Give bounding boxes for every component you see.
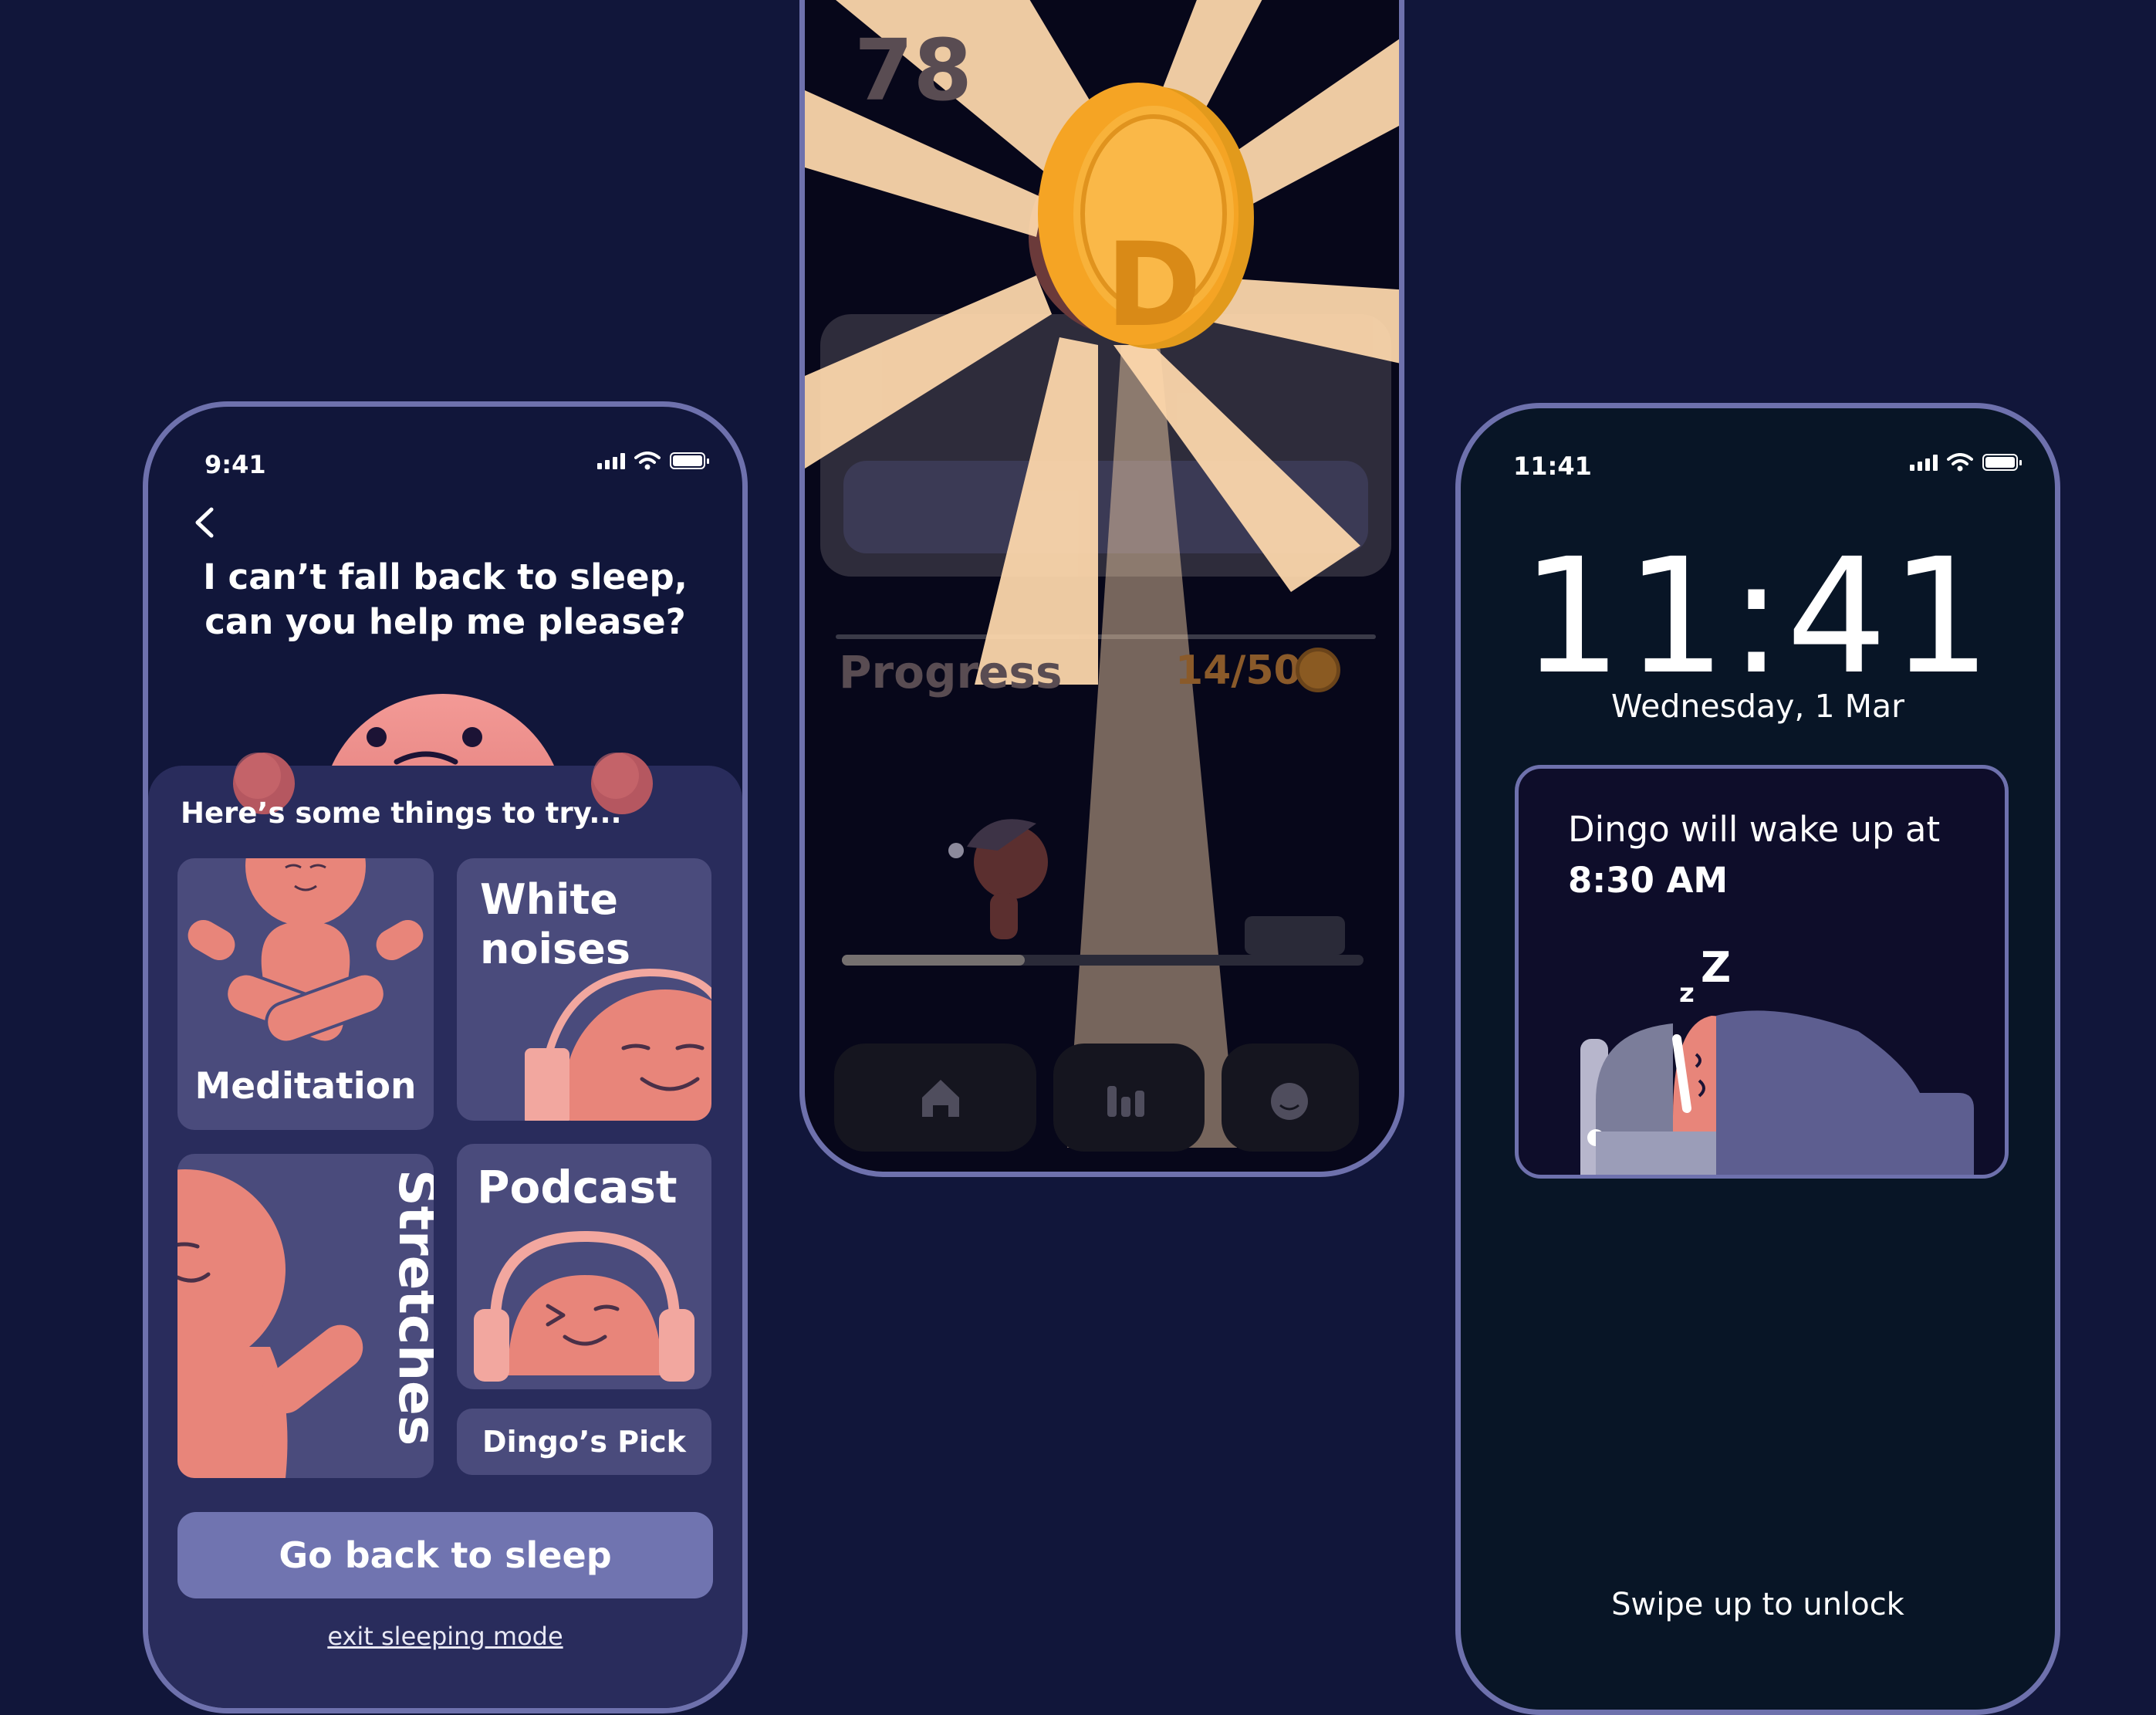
signal-icon xyxy=(597,452,625,469)
status-time: 11:41 xyxy=(1513,452,1592,481)
status-icons xyxy=(1910,453,2022,472)
right-phone-lock-screen: 11:41 11:41 Wednesday, 1 Mar Dingo will … xyxy=(1455,403,2060,1715)
small-coin-icon xyxy=(1296,648,1340,692)
white-noises-card[interactable]: White noises xyxy=(457,858,711,1121)
svg-text:z: z xyxy=(1679,978,1695,1009)
dingos-pick-badge: Dingo’s Pick xyxy=(457,1409,711,1475)
battery-icon xyxy=(1982,454,2022,471)
left-phone-screen: 9:41 I can’t fall back to sleep, can you… xyxy=(143,401,748,1713)
meditation-card[interactable]: Meditation xyxy=(177,858,434,1130)
page-title: I can’t fall back to sleep, can you help… xyxy=(203,556,688,642)
section-title: Here’s some things to try... xyxy=(181,797,622,830)
signal-icon xyxy=(1910,454,1938,471)
chevron-left-icon[interactable] xyxy=(187,503,225,542)
lock-date: Wednesday, 1 Mar xyxy=(1611,688,1904,725)
battery-icon xyxy=(670,452,709,469)
svg-text:Z: Z xyxy=(1701,943,1731,992)
podcast-card[interactable]: Podcast xyxy=(457,1144,711,1389)
stretches-card[interactable]: Stretches xyxy=(177,1154,434,1478)
meditation-label: Meditation xyxy=(194,1065,417,1108)
status-bar: 11:41 xyxy=(1461,439,2055,485)
progress-label: Progress xyxy=(839,646,1063,699)
swipe-to-unlock-hint[interactable]: Swipe up to unlock xyxy=(1461,1587,2055,1622)
wifi-icon xyxy=(1947,453,1973,472)
progress-bar-fill xyxy=(842,955,1025,966)
podcast-headphones-illustration xyxy=(474,1230,694,1382)
score-number: 78 xyxy=(854,21,973,120)
running-mascot-icon xyxy=(948,819,1048,939)
reward-backdrop xyxy=(805,0,1399,1152)
status-bar: 9:41 xyxy=(148,438,742,484)
lock-clock: 11:41 xyxy=(1521,524,1995,709)
wake-notification-card[interactable]: Dingo will wake up at 8:30 AM z Z xyxy=(1515,765,2009,1179)
sleeping-dingo-illustration: z Z xyxy=(1580,943,1974,1175)
status-time: 9:41 xyxy=(204,450,266,479)
coin-letter: D xyxy=(1105,218,1202,353)
headphones-face-illustration xyxy=(525,968,711,1121)
status-icons xyxy=(597,452,709,470)
profile-face-icon xyxy=(1271,1083,1308,1120)
exit-sleeping-mode-link[interactable]: exit sleeping mode xyxy=(148,1622,742,1651)
progress-value: 14/50 xyxy=(1175,648,1302,694)
go-back-to-sleep-button[interactable]: Go back to sleep xyxy=(177,1512,713,1598)
middle-phone-screen: 78 D Progress 14/50 xyxy=(799,0,1404,1177)
stretches-label: Stretches xyxy=(387,1169,434,1446)
wifi-icon xyxy=(634,452,661,470)
